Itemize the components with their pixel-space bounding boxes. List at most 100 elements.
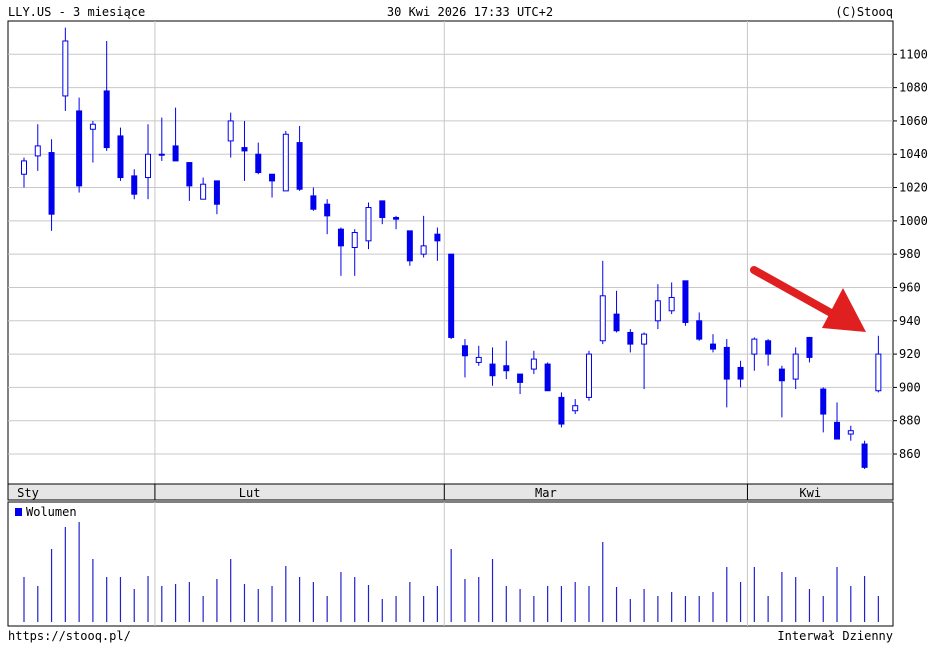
candle-body-down [778,368,785,382]
candle-body-down [48,152,55,215]
candle-body-down [489,363,496,377]
candle [682,280,689,326]
candle-body-down [324,203,331,217]
candle-body-up [641,333,648,345]
candle-body-down [696,320,703,340]
candle-body-up [158,153,165,156]
candle-body-down [310,195,317,210]
candle [365,202,372,250]
candle-body-down [461,345,468,357]
candle [186,162,193,201]
candle-body-down [558,396,565,425]
candle [696,312,703,341]
candle [820,387,827,433]
y-tick-label: 920 [899,347,921,361]
candle [723,339,730,408]
candle [558,392,565,428]
candle-body-down [296,142,303,190]
candle [310,187,317,211]
candle [269,173,276,198]
y-tick-label: 960 [899,280,921,294]
candle [103,40,110,151]
candle [585,350,592,401]
chart-header-copyright: (C)Stooq [835,5,893,19]
candle-body-down [393,217,400,220]
candle-body-down [172,145,179,162]
y-tick-label: 900 [899,380,921,394]
candle [324,199,331,235]
candle [255,142,262,175]
y-tick-label: 1020 [899,181,928,195]
candle [48,139,55,231]
y-tick-label: 1060 [899,114,928,128]
candle [351,229,358,276]
candle-body-down [406,230,413,262]
candle [737,360,744,388]
candle-body-up [365,207,372,242]
candle-body-down [379,200,386,219]
candle-body-down [820,388,827,415]
candle-body-down [765,340,772,355]
candle-body-up [585,353,592,398]
candle-body-up [89,123,96,130]
volume-legend-label: Wolumen [26,505,77,519]
candle-body-up [475,356,482,363]
candle [282,130,289,192]
y-tick-label: 940 [899,314,921,328]
candle-body-up [227,120,234,142]
candle-body-down [613,313,620,332]
y-tick-label: 1040 [899,147,928,161]
candle-body-up [654,300,661,322]
candle-body-down [448,253,455,338]
candle [517,373,524,395]
candle-body-down [861,443,868,468]
stock-chart: LLY.US - 3 miesiące 30 Kwi 2026 17:33 UT… [7,5,928,643]
candle-body-down [117,135,124,179]
candle [847,425,854,441]
candle-body-down [737,366,744,380]
candle [434,227,441,261]
candle-body-up [62,40,69,97]
candle [875,335,882,393]
candle-body-down [186,162,193,187]
price-grid [7,20,894,485]
candle [572,399,579,415]
candle [117,127,124,181]
volume-panel-frame [7,501,894,627]
candle-body-down [517,373,524,383]
candle-body-down [503,365,510,372]
candle-body-up [751,338,758,355]
candle [641,332,648,390]
candle-body-down [434,233,441,242]
candle-body-up [875,353,882,392]
candle-body-up [282,133,289,192]
candle [172,107,179,162]
candle-body-down [710,343,716,350]
candle-body-down [834,421,841,440]
candle-body-up [351,232,358,249]
candle [337,227,344,276]
candle-body-up [572,405,579,412]
candle [503,340,510,380]
candle [21,157,27,188]
candle [34,124,41,171]
candle-body-down [131,175,138,195]
candle-body-up [200,183,207,200]
candle [227,112,234,158]
y-tick-label: 1080 [899,81,928,95]
candle [296,125,303,191]
candle [489,347,496,386]
candle [461,339,468,378]
candle [806,336,813,363]
candle [613,290,620,333]
candle [778,365,785,418]
candle [792,347,799,390]
candle [544,362,551,392]
chart-header-datetime: 30 Kwi 2026 17:33 UTC+2 [387,5,553,19]
chart-header-ticker: LLY.US - 3 miesiące [8,5,145,19]
footer-url[interactable]: https://stooq.pl/ [8,629,131,643]
candle [62,27,69,111]
volume-legend-swatch [15,508,22,516]
candle [406,230,413,266]
candle-body-down [269,173,276,182]
